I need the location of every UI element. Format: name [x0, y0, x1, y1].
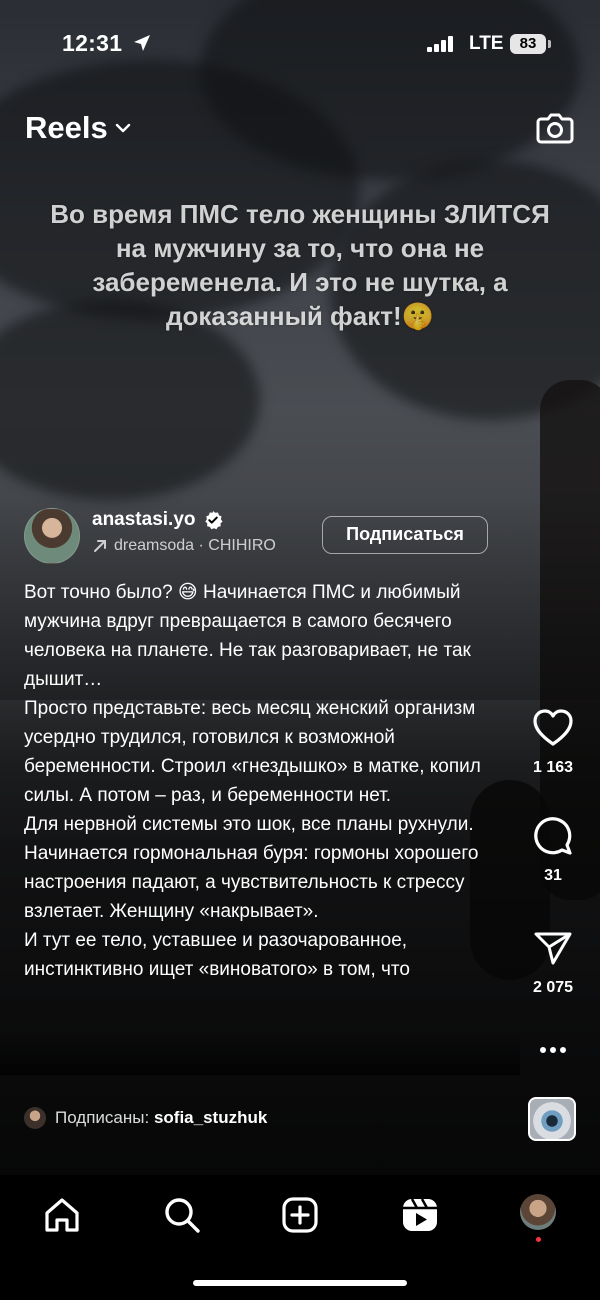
- followed-by-row[interactable]: Подписаны: sofia_stuzhuk: [24, 1107, 267, 1129]
- followed-by-name: sofia_stuzhuk: [153, 1108, 268, 1127]
- notification-dot: [536, 1237, 541, 1242]
- home-icon: [45, 1198, 79, 1232]
- audio-track-link[interactable]: dreamsoda · CHIHIRO: [92, 537, 276, 555]
- share-count: 2 075: [532, 979, 574, 996]
- description-fade: [0, 1030, 520, 1075]
- author-row: anastasi.yo dreamsoda · CHIHIRO Подписат…: [24, 506, 504, 566]
- nav-create[interactable]: [278, 1193, 322, 1237]
- status-time: 12:31: [62, 30, 123, 56]
- battery-level: 83: [510, 34, 546, 54]
- reel-description[interactable]: Вот точно было? 😅 Начинается ПМС и любим…: [24, 578, 494, 1070]
- comment-count: 31: [544, 867, 562, 884]
- location-arrow-icon: [134, 35, 150, 51]
- status-bar: 12:31 LTE 83: [0, 0, 600, 90]
- author-username-row[interactable]: anastasi.yo: [92, 509, 223, 531]
- reels-title-label: Reels: [25, 110, 108, 145]
- cellular-signal-icon: [427, 36, 453, 52]
- like-button[interactable]: 1 163: [520, 708, 586, 777]
- paper-plane-icon: [534, 932, 572, 965]
- description-paragraph: И тут ее тело, уставшее и разочарованное…: [24, 930, 413, 980]
- nav-home[interactable]: [40, 1193, 84, 1237]
- more-button[interactable]: [520, 1040, 586, 1065]
- home-indicator[interactable]: [193, 1280, 407, 1286]
- like-count: 1 163: [532, 759, 574, 776]
- audio-track-label: dreamsoda · CHIHIRO: [114, 537, 276, 554]
- search-icon: [165, 1198, 200, 1233]
- create-plus-icon: [282, 1197, 318, 1233]
- followed-by-label: Подписаны:: [55, 1108, 150, 1127]
- network-type: LTE: [469, 33, 504, 54]
- heart-icon: [533, 709, 573, 746]
- profile-avatar[interactable]: [520, 1194, 556, 1230]
- comment-button[interactable]: 31: [520, 816, 586, 885]
- description-paragraph: Для нервной системы это шок, все планы р…: [24, 814, 484, 922]
- comment-bubble-icon: [534, 817, 572, 855]
- reels-title-dropdown[interactable]: Reels: [25, 110, 132, 146]
- video-overlay-text: Во время ПМС тело женщины ЗЛИТСЯ на мужч…: [50, 199, 550, 331]
- audio-cover-thumbnail[interactable]: [528, 1097, 576, 1141]
- more-dots-icon: [540, 1047, 566, 1053]
- author-avatar[interactable]: [24, 508, 80, 564]
- arrow-up-right-icon: [94, 540, 106, 552]
- share-button[interactable]: 2 075: [520, 928, 586, 997]
- description-paragraph: Просто представьте: весь месяц женский о…: [24, 698, 487, 806]
- battery-tip: [548, 40, 551, 48]
- description-paragraph: Вот точно было? 😅 Начинается ПМС и любим…: [24, 582, 477, 690]
- follow-button[interactable]: Подписаться: [322, 516, 488, 554]
- reels-icon: [403, 1198, 437, 1231]
- reels-header: Reels: [0, 105, 600, 155]
- nav-search[interactable]: [160, 1193, 204, 1237]
- author-username: anastasi.yo: [92, 509, 196, 530]
- nav-reels[interactable]: [398, 1193, 442, 1237]
- verified-badge-icon: [204, 511, 222, 530]
- camera-icon[interactable]: [535, 107, 575, 147]
- follower-avatar: [24, 1107, 46, 1129]
- chevron-down-icon: [115, 123, 130, 133]
